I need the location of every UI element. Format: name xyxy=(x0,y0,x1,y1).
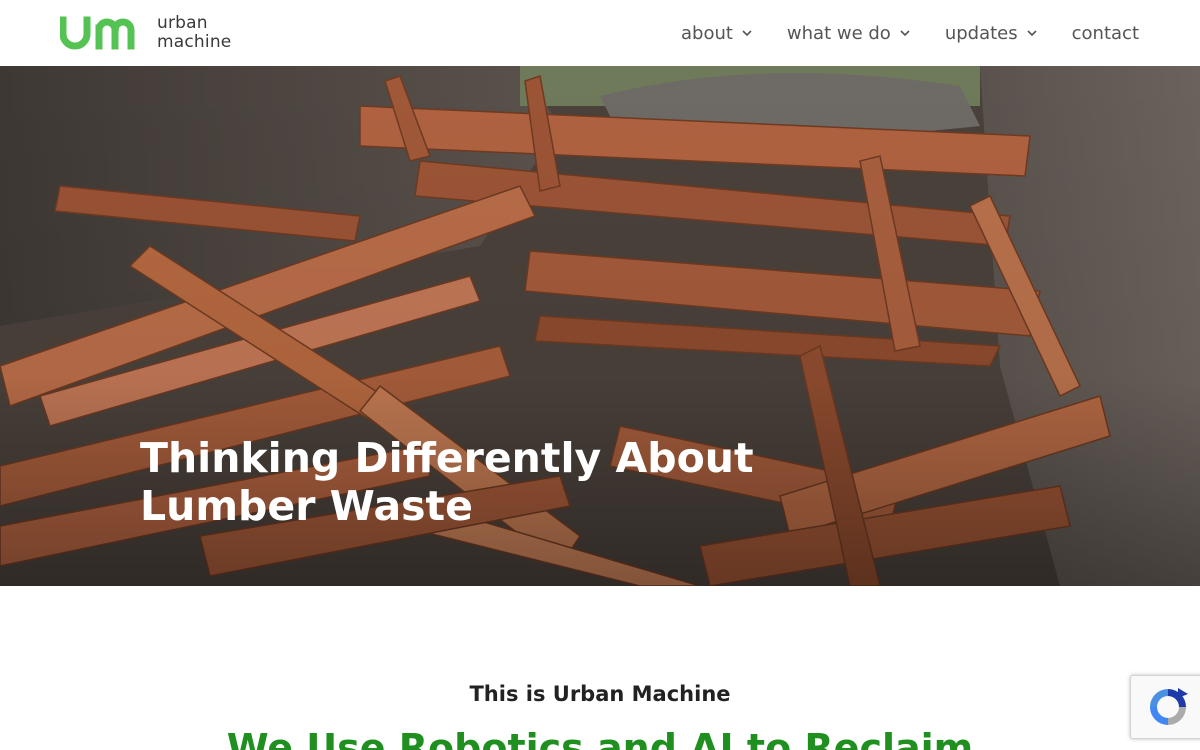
hero-section: Thinking Differently About Lumber Waste xyxy=(0,66,1200,586)
chevron-down-icon xyxy=(742,30,752,37)
nav-updates[interactable]: updates xyxy=(945,19,1038,47)
chevron-down-icon xyxy=(900,30,910,37)
logo-mark-icon xyxy=(60,16,135,50)
main-nav: about what we do updates contact xyxy=(681,19,1139,47)
logo-word-machine: machine xyxy=(157,32,232,52)
hero-title: Thinking Differently About Lumber Waste xyxy=(140,434,760,530)
nav-what-we-do-label: what we do xyxy=(786,22,891,44)
site-header: urban machine about what we do updates c… xyxy=(0,0,1200,66)
nav-about[interactable]: about xyxy=(681,19,753,47)
hero-title-line2: Lumber Waste xyxy=(140,482,473,530)
intro-eyebrow: This is Urban Machine xyxy=(469,682,731,706)
nav-contact-label: contact xyxy=(1071,22,1139,44)
recaptcha-badge[interactable] xyxy=(1130,675,1200,739)
nav-what-we-do[interactable]: what we do xyxy=(787,19,911,47)
chevron-down-icon xyxy=(1027,30,1037,37)
nav-updates-label: updates xyxy=(944,22,1018,44)
intro-heading: We Use Robotics and AI to Reclaim xyxy=(226,726,974,750)
logo-link[interactable]: urban machine xyxy=(60,14,231,52)
recaptcha-icon xyxy=(1150,688,1188,725)
nav-about-label: about xyxy=(680,22,733,44)
hero-title-line1: Thinking Differently About xyxy=(140,434,754,482)
logo-word-urban: urban xyxy=(157,13,208,33)
logo-wordmark: urban machine xyxy=(157,14,231,52)
nav-contact[interactable]: contact xyxy=(1072,19,1139,47)
